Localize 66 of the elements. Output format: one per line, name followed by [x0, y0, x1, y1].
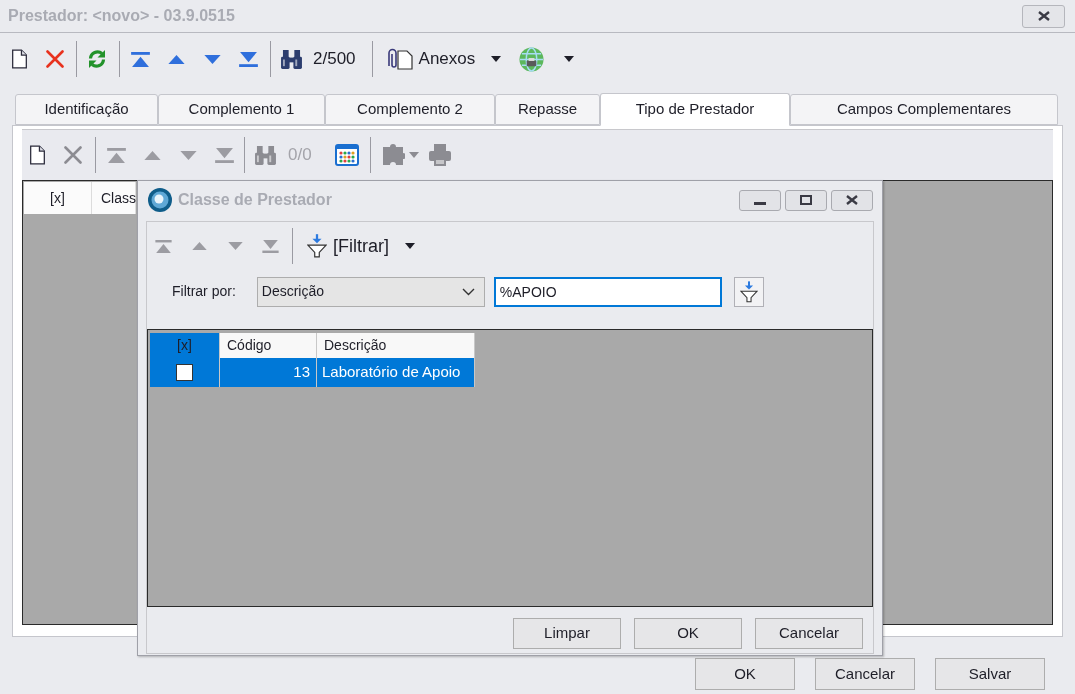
filter-icon [307, 234, 327, 258]
maximize-button[interactable] [785, 189, 827, 211]
tab[interactable]: Identificação [15, 94, 158, 125]
table-row[interactable]: 13 Laboratório de Apoio [150, 358, 475, 387]
next-record-icon[interactable] [180, 150, 197, 160]
close-button[interactable] [1022, 4, 1065, 28]
tab[interactable]: Tipo de Prestador [600, 93, 790, 126]
dialog-button[interactable]: Limpar [513, 618, 621, 649]
column-header[interactable]: Class [92, 182, 136, 214]
attachments-button[interactable]: Anexos [386, 46, 502, 72]
minimize-icon [754, 201, 766, 205]
delete-icon[interactable] [64, 146, 82, 164]
record-counter: 2/500 [313, 48, 356, 71]
filter-menu-button[interactable]: [Filtrar] [307, 232, 415, 260]
tab[interactable]: Campos Complementares [790, 94, 1058, 125]
dialog-button[interactable]: Cancelar [815, 658, 915, 690]
dialog-button[interactable]: Cancelar [755, 618, 863, 649]
checkbox[interactable] [176, 364, 193, 381]
chevron-down-icon [461, 287, 475, 296]
printer-icon[interactable] [428, 144, 451, 166]
paperclip-icon [386, 48, 413, 70]
dialog-button[interactable]: OK [695, 658, 795, 690]
maximize-icon [800, 195, 812, 205]
filter-field-dropdown[interactable]: Descrição [256, 276, 485, 307]
dropdown-value: Descrição [261, 282, 325, 301]
table-cell: 13 [220, 358, 317, 387]
first-record-icon[interactable] [131, 51, 150, 67]
column-header[interactable]: [x] [150, 333, 220, 358]
dialog-button[interactable]: OK [634, 618, 742, 649]
filter-label: Filtrar por: [172, 282, 236, 301]
tab[interactable]: Repasse [495, 94, 600, 125]
app-orb-icon [148, 188, 172, 212]
previous-record-icon[interactable] [144, 150, 161, 160]
close-icon [1037, 11, 1050, 21]
next-record-icon[interactable] [204, 54, 221, 64]
last-record-icon[interactable] [215, 147, 234, 163]
caret-icon [491, 56, 502, 62]
close-button[interactable] [831, 189, 873, 211]
filter-icon [739, 280, 758, 303]
tab[interactable]: Complemento 1 [158, 94, 325, 125]
column-header[interactable]: [x] [24, 182, 92, 214]
refresh-icon[interactable] [87, 49, 107, 69]
tab[interactable]: Complemento 2 [325, 94, 495, 125]
grid-view-icon[interactable] [334, 144, 359, 166]
filter-input-field[interactable]: %APOIO [493, 276, 722, 307]
column-header[interactable]: Descrição [317, 333, 475, 358]
first-record-icon[interactable] [107, 147, 126, 163]
puzzle-icon[interactable] [382, 143, 405, 167]
search-icon[interactable] [281, 49, 302, 69]
dialog-title: Classe de Prestador [178, 190, 332, 210]
apply-filter-button[interactable] [733, 276, 764, 307]
record-counter: 0/0 [288, 144, 312, 167]
dialog-button[interactable]: Salvar [935, 658, 1045, 690]
column-header[interactable]: Código [220, 333, 317, 358]
caret-icon [405, 243, 415, 249]
table-cell: Laboratório de Apoio [317, 358, 475, 387]
caret-icon[interactable] [564, 56, 575, 62]
new-document-icon[interactable] [12, 49, 27, 69]
last-record-icon[interactable] [239, 51, 258, 67]
previous-record-icon[interactable] [168, 54, 185, 64]
delete-icon[interactable] [46, 50, 64, 68]
globe-icon[interactable] [519, 46, 545, 72]
new-document-icon[interactable] [30, 145, 45, 165]
minimize-button[interactable] [739, 189, 781, 211]
close-icon [846, 195, 858, 205]
window-title: Prestador: <novo> - 03.9.0515 [8, 6, 235, 26]
